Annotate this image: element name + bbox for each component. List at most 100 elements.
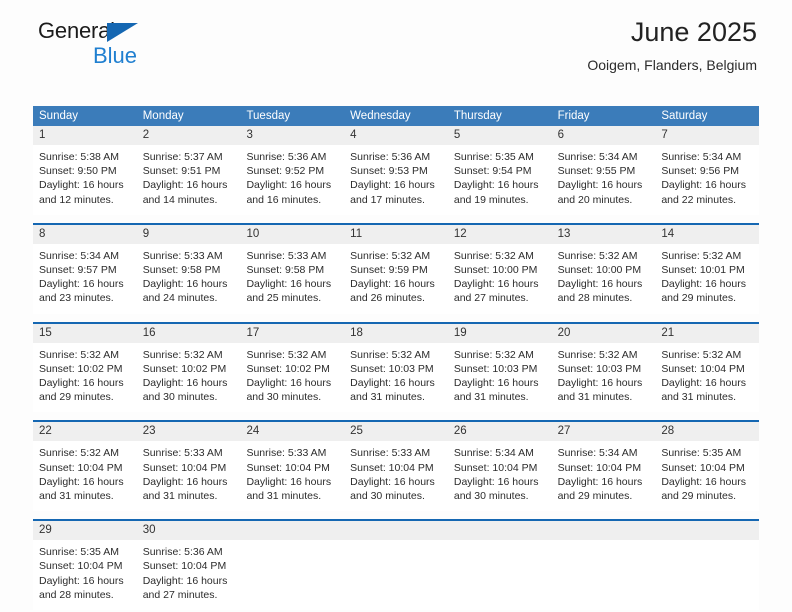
calendar-day-cell[interactable]: 16 Sunrise: 5:32 AM Sunset: 10:02 PM Daylig…	[136, 323, 241, 413]
day-details	[552, 540, 656, 602]
calendar-day-cell[interactable]: 7 Sunrise: 5:34 AM Sunset: 9:56 PM Daylight…	[655, 126, 760, 215]
sunset-text: Sunset: 10:04 PM	[661, 362, 745, 375]
day-details: Sunrise: 5:32 AM Sunset: 10:02 PM Daylight…	[33, 343, 137, 413]
calendar-day-cell[interactable]: 10 Sunrise: 5:33 AM Sunset: 9:58 PM Dayligh…	[240, 224, 345, 314]
calendar-day-cell[interactable]: 8 Sunrise: 5:34 AM Sunset: 9:57 PM Daylight…	[33, 224, 137, 314]
day-number: 17	[246, 326, 260, 339]
week-spacer	[33, 412, 759, 420]
daylight-text-line1: Daylight: 16 hours	[142, 377, 228, 390]
daylight-text-line1: Daylight: 16 hours	[246, 475, 332, 488]
day-details: Sunrise: 5:33 AM Sunset: 9:58 PM Daylight:…	[137, 244, 241, 314]
calendar-day-cell[interactable]: 6 Sunrise: 5:34 AM Sunset: 9:55 PM Daylight…	[551, 126, 656, 215]
sunrise-text: Sunrise: 5:32 AM	[246, 348, 327, 361]
day-details: Sunrise: 5:32 AM Sunset: 10:03 PM Daylight…	[448, 343, 552, 413]
daylight-text-line1: Daylight: 16 hours	[142, 475, 228, 488]
calendar-day-cell[interactable]: 25 Sunrise: 5:33 AM Sunset: 10:04 PM Daylig…	[344, 422, 448, 512]
calendar-day-cell[interactable]: 3 Sunrise: 5:36 AM Sunset: 9:52 PM Daylight…	[240, 126, 345, 215]
calendar-day-cell[interactable]: 4 Sunrise: 5:36 AM Sunset: 9:53 PM Daylight…	[344, 126, 448, 215]
sunrise-text: Sunrise: 5:32 AM	[350, 249, 431, 262]
calendar-day-cell[interactable]: 1 Sunrise: 5:38 AM Sunset: 9:50 PM Daylight…	[33, 126, 137, 215]
calendar-day-cell-empty	[344, 521, 448, 611]
calendar-day-cell[interactable]: 22 Sunrise: 5:32 AM Sunset: 10:04 PM Daylig…	[33, 422, 137, 512]
calendar-day-cell[interactable]: 20 Sunrise: 5:32 AM Sunset: 10:03 PM Daylig…	[551, 323, 656, 413]
calendar-day-cell[interactable]: 29 Sunrise: 5:35 AM Sunset: 10:04 PM Daylig…	[33, 521, 137, 611]
day-number: 22	[39, 425, 52, 438]
calendar-day-cell[interactable]: 5 Sunrise: 5:35 AM Sunset: 9:54 PM Daylight…	[447, 126, 552, 215]
sunrise-sunset-calendar: Sunday Monday Tuesday Wednesday Thursday…	[33, 106, 760, 611]
day-number: 10	[246, 227, 260, 240]
calendar-day-cell[interactable]: 21 Sunrise: 5:32 AM Sunset: 10:04 PM Daylig…	[655, 323, 760, 413]
calendar-day-cell[interactable]: 14 Sunrise: 5:32 AM Sunset: 10:01 PM Daylig…	[655, 224, 760, 314]
calendar-day-cell[interactable]: 30 Sunrise: 5:36 AM Sunset: 10:04 PM Daylig…	[136, 521, 241, 611]
location-subtitle: Ooigem, Flanders, Belgium	[587, 57, 757, 73]
sunset-text: Sunset: 10:03 PM	[453, 362, 538, 375]
weekday-friday: Friday	[557, 110, 590, 122]
daylight-text-line2: and 29 minutes.	[557, 490, 633, 503]
page-title: June 2025	[630, 17, 757, 47]
calendar-day-cell[interactable]: 26 Sunrise: 5:34 AM Sunset: 10:04 PM Daylig…	[447, 422, 552, 512]
day-number: 6	[557, 129, 564, 141]
triangle-icon	[107, 23, 138, 42]
daylight-text-line1: Daylight: 16 hours	[661, 179, 746, 192]
calendar-day-cell[interactable]: 24 Sunrise: 5:33 AM Sunset: 10:04 PM Daylig…	[240, 422, 345, 512]
calendar-day-cell[interactable]: 19 Sunrise: 5:32 AM Sunset: 10:03 PM Daylig…	[447, 323, 552, 413]
calendar-day-cell-empty	[655, 521, 760, 611]
day-number-band: 6	[551, 126, 656, 145]
daylight-text-line2: and 30 minutes.	[350, 490, 425, 503]
sunset-text: Sunset: 10:04 PM	[246, 461, 330, 474]
day-details: Sunrise: 5:32 AM Sunset: 10:04 PM Daylight…	[655, 343, 759, 413]
day-number-band: 30	[136, 521, 241, 541]
day-details: Sunrise: 5:32 AM Sunset: 10:03 PM Daylight…	[344, 343, 448, 413]
day-number-band: 14	[655, 224, 760, 244]
sunrise-text: Sunrise: 5:35 AM	[453, 151, 534, 163]
day-number: 16	[142, 326, 156, 339]
sunrise-text: Sunrise: 5:35 AM	[39, 546, 119, 559]
day-number-band: 28	[655, 422, 760, 442]
day-number-band: 10	[240, 224, 345, 244]
daylight-text-line2: and 27 minutes.	[453, 292, 529, 305]
daylight-text-line1: Daylight: 16 hours	[453, 278, 539, 291]
day-number-band	[655, 521, 760, 541]
day-number-band: 15	[33, 323, 137, 343]
logo-text-general: General	[38, 20, 208, 44]
day-details: Sunrise: 5:34 AM Sunset: 9:55 PM Daylight:…	[552, 145, 656, 215]
daylight-text-line2: and 29 minutes.	[661, 490, 737, 503]
sunset-text: Sunset: 9:50 PM	[39, 165, 117, 178]
day-number-band: 11	[344, 224, 448, 244]
calendar-weeks: 1 Sunrise: 5:38 AM Sunset: 9:50 PM Daylight…	[33, 126, 760, 611]
calendar-day-cell[interactable]: 2 Sunrise: 5:37 AM Sunset: 9:51 PM Daylight…	[136, 126, 241, 215]
calendar-day-cell[interactable]: 18 Sunrise: 5:32 AM Sunset: 10:03 PM Daylig…	[344, 323, 448, 413]
daylight-text-line2: and 31 minutes.	[453, 391, 529, 404]
calendar-day-cell[interactable]: 28 Sunrise: 5:35 AM Sunset: 10:04 PM Daylig…	[655, 422, 760, 512]
calendar-day-cell[interactable]: 12 Sunrise: 5:32 AM Sunset: 10:00 PM Daylig…	[447, 224, 552, 314]
day-number: 2	[142, 129, 150, 141]
sunrise-text: Sunrise: 5:37 AM	[142, 151, 223, 163]
calendar-day-cell[interactable]: 11 Sunrise: 5:32 AM Sunset: 9:59 PM Dayligh…	[344, 224, 448, 314]
logo-general-label: General	[38, 18, 115, 43]
day-number: 14	[661, 227, 675, 240]
calendar-day-cell[interactable]: 17 Sunrise: 5:32 AM Sunset: 10:02 PM Daylig…	[240, 323, 345, 413]
calendar-day-cell-empty	[240, 521, 345, 611]
calendar-day-cell[interactable]: 13 Sunrise: 5:32 AM Sunset: 10:00 PM Daylig…	[551, 224, 656, 314]
day-number-band: 16	[136, 323, 241, 343]
day-details	[448, 540, 552, 602]
sunset-text: Sunset: 9:55 PM	[557, 165, 636, 178]
sunset-text: Sunset: 10:03 PM	[350, 362, 434, 375]
sunset-text: Sunset: 9:53 PM	[350, 165, 428, 178]
week-spacer	[33, 215, 759, 223]
sunrise-text: Sunrise: 5:34 AM	[661, 151, 742, 163]
calendar-day-cell[interactable]: 27 Sunrise: 5:34 AM Sunset: 10:04 PM Daylig…	[551, 422, 656, 512]
day-details: Sunrise: 5:35 AM Sunset: 9:54 PM Daylight:…	[448, 145, 552, 215]
calendar-day-cell[interactable]: 15 Sunrise: 5:32 AM Sunset: 10:02 PM Daylig…	[33, 323, 137, 413]
calendar-day-cell[interactable]: 23 Sunrise: 5:33 AM Sunset: 10:04 PM Daylig…	[136, 422, 241, 512]
calendar-day-cell[interactable]: 9 Sunrise: 5:33 AM Sunset: 9:58 PM Daylight…	[136, 224, 241, 314]
calendar-day-cell-empty	[447, 521, 552, 611]
day-number-band: 18	[344, 323, 448, 343]
day-number-band: 9	[136, 224, 241, 244]
day-details: Sunrise: 5:32 AM Sunset: 10:00 PM Daylight…	[448, 244, 552, 314]
general-blue-logo[interactable]: General Blue	[38, 20, 208, 72]
day-details	[240, 540, 344, 602]
weekday-sunday: Sunday	[39, 110, 79, 122]
day-details: Sunrise: 5:32 AM Sunset: 10:03 PM Daylight…	[552, 343, 656, 413]
page-header: General Blue June 2025 Ooigem, Flanders,…	[33, 0, 759, 73]
